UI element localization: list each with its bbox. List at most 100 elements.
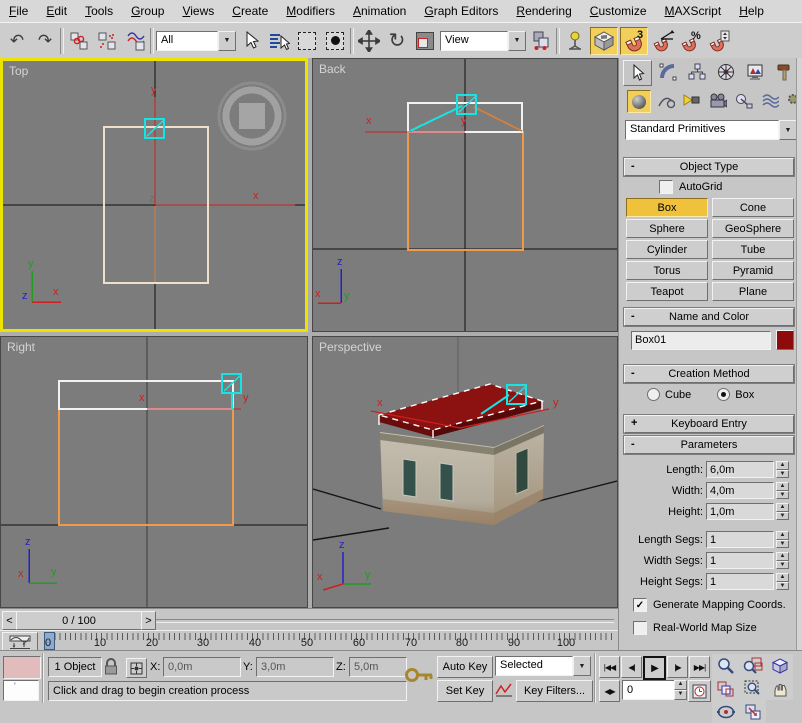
time-slider-handle[interactable]: 0 / 100 [16,611,142,630]
key-mode-toggle-button[interactable]: ◀▶ [599,680,620,702]
zoom-all-button[interactable] [739,654,766,677]
key-filters-button[interactable]: Key Filters... [516,680,593,702]
tab-utilities[interactable] [770,60,797,84]
y-coord-field[interactable]: 3,0m [256,657,334,677]
menu-tools[interactable]: Tools [76,2,122,20]
menu-animation[interactable]: Animation [344,2,415,20]
select-object-button[interactable] [238,28,264,54]
undo-button[interactable]: ↶ [4,28,30,54]
maxscript-listener-white[interactable]: ' [3,680,39,701]
rollout-creation-method[interactable]: - Creation Method [624,365,794,383]
select-and-link-button[interactable] [66,28,92,54]
auto-key-button[interactable]: Auto Key [437,656,493,678]
house-model[interactable] [380,425,544,525]
zoom-extents-button[interactable] [766,654,793,677]
time-slider-prev-button[interactable]: < [2,611,17,630]
button-pyramid[interactable]: Pyramid [712,261,794,280]
play-button[interactable]: ▶ [643,656,666,680]
button-teapot[interactable]: Teapot [626,282,708,301]
spinner-snap-toggle-button[interactable] [706,28,732,54]
maxscript-listener-pink[interactable] [3,656,41,679]
viewport-right[interactable]: Right x y z x y [0,336,308,608]
length-segs-field[interactable]: 1 [706,531,774,548]
maximize-viewport-toggle-button[interactable] [739,700,766,723]
menu-customize[interactable]: Customize [581,2,656,20]
length-segs-spinner[interactable]: ▲▼ [776,531,789,548]
button-geosphere[interactable]: GeoSphere [712,219,794,238]
tab-motion[interactable] [712,60,739,84]
menu-help[interactable]: Help [730,2,773,20]
radio-cube[interactable]: Cube [647,388,691,401]
track-bar[interactable]: 0 10 20 30 40 50 60 70 80 90 100 [0,630,618,650]
zoom-extents-all-button[interactable] [712,677,739,700]
rollout-name-color[interactable]: - Name and Color [624,308,794,326]
category-dropdown[interactable]: Standard Primitives ▼ [625,120,797,140]
arc-rotate-button[interactable] [712,700,739,723]
viewport-back-label[interactable]: Back [319,62,346,76]
chevron-down-icon[interactable]: ▼ [508,31,526,51]
category-shapes[interactable] [655,90,677,111]
z-coord-field[interactable]: 5,0m [349,657,407,677]
category-cameras[interactable] [707,90,729,111]
absolute-mode-toggle[interactable] [126,658,147,678]
panel-scrollbar[interactable] [796,58,802,650]
select-by-name-button[interactable] [266,28,292,54]
button-torus[interactable]: Torus [626,261,708,280]
percent-snap-toggle-button[interactable]: % [678,28,704,54]
button-cylinder[interactable]: Cylinder [626,240,708,259]
select-and-manipulate-button[interactable] [562,28,588,54]
generate-mapping-checkbox[interactable]: ✓ [633,598,647,612]
object-name-input[interactable]: Box01 [631,331,771,350]
rollout-parameters[interactable]: - Parameters [624,436,794,454]
category-helpers[interactable] [733,90,755,111]
select-and-scale-button[interactable] [412,28,438,54]
button-plane[interactable]: Plane [712,282,794,301]
button-box[interactable]: Box [626,198,708,217]
height-spinner[interactable]: ▲▼ [776,503,789,520]
select-and-move-button[interactable] [356,28,382,54]
menu-group[interactable]: Group [122,2,173,20]
viewport-back[interactable]: Back x y z x [312,58,618,332]
button-cone[interactable]: Cone [712,198,794,217]
length-spinner[interactable]: ▲▼ [776,461,789,478]
menu-create[interactable]: Create [223,2,277,20]
height-segs-field[interactable]: 1 [706,573,774,590]
menu-rendering[interactable]: Rendering [507,2,580,20]
unlink-selection-button[interactable] [94,28,120,54]
menu-file[interactable]: File [0,2,37,20]
tab-hierarchy[interactable] [683,60,710,84]
pan-button[interactable] [766,677,793,700]
chevron-down-icon[interactable]: ▼ [573,656,591,676]
set-key-lock[interactable] [404,665,434,688]
category-space-warps[interactable] [759,90,781,111]
next-frame-button[interactable]: |▶ [667,656,688,678]
width-field[interactable]: 4,0m [706,482,774,499]
set-key-button[interactable]: Set Key [437,680,493,702]
current-frame-field[interactable]: 0 [622,680,676,700]
menu-modifiers[interactable]: Modifiers [277,2,344,20]
set-key-filters-curve[interactable] [495,682,513,701]
rollout-object-type[interactable]: - Object Type [624,158,794,176]
menu-graph-editors[interactable]: Graph Editors [415,2,507,20]
tab-create[interactable] [623,60,652,86]
go-to-end-button[interactable]: ▶▶| [689,656,710,678]
region-zoom-button[interactable] [739,677,766,700]
width-segs-spinner[interactable]: ▲▼ [776,552,789,569]
button-tube[interactable]: Tube [712,240,794,259]
autogrid-checkbox[interactable]: ✓ [659,180,673,194]
window-crossing-button[interactable] [322,28,348,54]
time-configuration-button[interactable] [688,680,711,702]
frame-spinner[interactable]: ▲▼ [674,680,687,700]
open-mini-curve-editor-button[interactable] [2,632,38,651]
snaps-toggle-button[interactable]: 3 [620,27,648,55]
chevron-down-icon[interactable]: ▼ [779,120,797,140]
height-field[interactable]: 1,0m [706,503,774,520]
height-segs-spinner[interactable]: ▲▼ [776,573,789,590]
selection-filter-dropdown[interactable]: All ▼ [156,31,236,51]
use-pivot-point-center-button[interactable] [528,28,554,54]
object-color-swatch[interactable] [776,330,794,350]
length-field[interactable]: 6,0m [706,461,774,478]
button-sphere[interactable]: Sphere [626,219,708,238]
menu-views[interactable]: Views [173,2,223,20]
width-spinner[interactable]: ▲▼ [776,482,789,499]
